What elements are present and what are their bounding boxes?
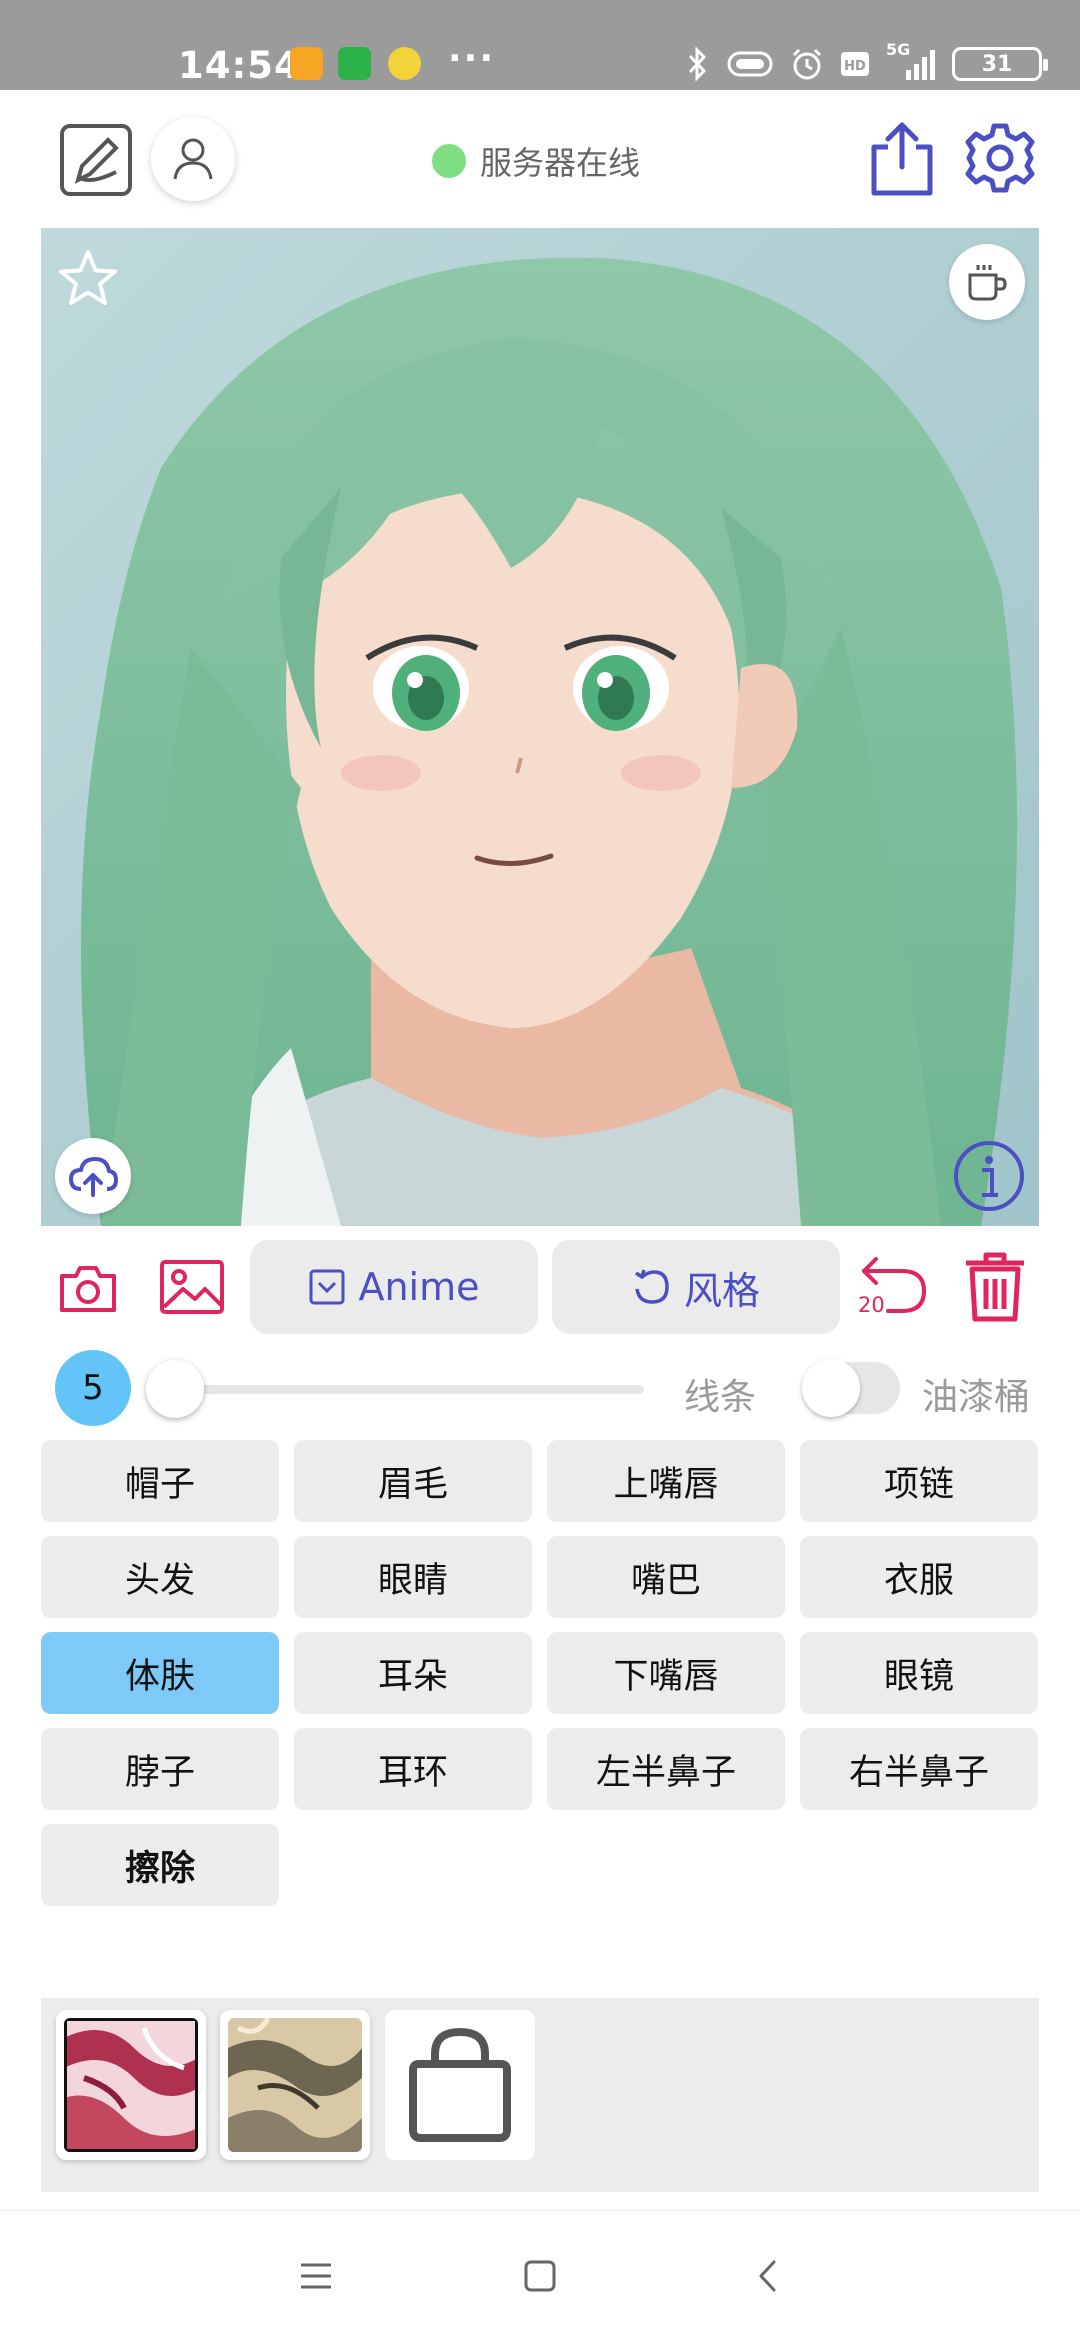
- line-mode-label: 线条: [684, 1377, 757, 1418]
- star-icon: [59, 250, 117, 305]
- trash-icon: [966, 1252, 1024, 1322]
- gear-icon: [965, 123, 1035, 193]
- alarm-icon: [792, 48, 822, 80]
- menu-icon: [301, 2263, 331, 2289]
- info-icon: [954, 1141, 1024, 1211]
- gallery-button[interactable]: [158, 1256, 226, 1318]
- battery-level: 31: [981, 51, 1013, 77]
- server-status: 服务器在线: [432, 140, 640, 182]
- label-skin[interactable]: 体肤: [41, 1632, 279, 1714]
- user-icon: [173, 138, 213, 180]
- label-lower-lip[interactable]: 下嘴唇: [547, 1632, 785, 1714]
- system-nav-bar: [0, 2210, 1080, 2340]
- leaf-app-icon: [388, 47, 421, 80]
- eraser-button[interactable]: 擦除: [41, 1824, 279, 1906]
- status-bar: 14:54 ··· HD 5G 31: [0, 0, 1080, 90]
- image-icon: [160, 1260, 224, 1314]
- camera-button[interactable]: [56, 1258, 120, 1318]
- menu-button[interactable]: [286, 2251, 346, 2301]
- server-status-dot: [432, 144, 466, 178]
- donate-button[interactable]: [949, 244, 1025, 320]
- label-clothes[interactable]: 衣服: [800, 1536, 1038, 1618]
- model-select-button[interactable]: Anime: [250, 1240, 538, 1334]
- notes-app-icon: [290, 47, 323, 80]
- label-mouth[interactable]: 嘴巴: [547, 1536, 785, 1618]
- beige-texture-image: [228, 2018, 362, 2152]
- svg-text:HD: HD: [844, 59, 866, 74]
- line-mode-toggle-knob[interactable]: [802, 1359, 860, 1417]
- share-button[interactable]: [866, 118, 938, 198]
- beige-texture-swatch[interactable]: [220, 2010, 370, 2160]
- label-eyebrows[interactable]: 眉毛: [294, 1440, 532, 1522]
- home-button[interactable]: [510, 2251, 570, 2301]
- red-texture-image: [64, 2018, 198, 2152]
- status-indicators: HD 5G 31: [686, 40, 1048, 84]
- battery-icon: 31: [952, 47, 1048, 81]
- shopping-bag-icon: [409, 2027, 511, 2142]
- label-upper-lip[interactable]: 上嘴唇: [547, 1440, 785, 1522]
- bluetooth-icon: [688, 47, 707, 81]
- generated-portrait: [41, 228, 1039, 1226]
- info-button[interactable]: [951, 1138, 1027, 1214]
- iqiyi-app-icon: [338, 47, 371, 80]
- brush-size-slider-track[interactable]: [176, 1385, 644, 1394]
- sketch-mode-button[interactable]: [58, 122, 134, 198]
- label-earrings[interactable]: 耳环: [294, 1728, 532, 1810]
- hd-icon: HD: [841, 52, 869, 76]
- settings-button[interactable]: [960, 118, 1040, 198]
- server-status-label: 服务器在线: [480, 144, 641, 182]
- refresh-icon: [635, 1269, 669, 1304]
- texture-palette: [41, 1998, 1039, 2192]
- sketch-mode-icon: [60, 124, 132, 196]
- label-necklace[interactable]: 项链: [800, 1440, 1038, 1522]
- label-right-nose[interactable]: 右半鼻子: [800, 1728, 1038, 1810]
- label-neck[interactable]: 脖子: [41, 1728, 279, 1810]
- home-icon: [524, 2260, 556, 2292]
- label-ears[interactable]: 耳朵: [294, 1632, 532, 1714]
- undo-count: 20: [858, 1293, 885, 1317]
- upload-button[interactable]: [55, 1138, 131, 1214]
- paint-bucket-label: 油漆桶: [922, 1377, 1031, 1418]
- back-button[interactable]: [738, 2251, 798, 2301]
- brush-size-badge: 5: [55, 1350, 131, 1426]
- signal-icon: 5G: [886, 40, 936, 82]
- clock: 14:54: [178, 44, 301, 87]
- coffee-cup-icon: [968, 265, 1007, 301]
- drawing-canvas[interactable]: [41, 228, 1039, 1226]
- label-hair[interactable]: 头发: [41, 1536, 279, 1618]
- user-button[interactable]: [151, 117, 235, 201]
- shop-button[interactable]: [385, 2010, 535, 2160]
- share-icon: [871, 122, 933, 196]
- style-label: 风格: [683, 1268, 760, 1313]
- more-notifications-icon: ···: [448, 38, 496, 79]
- label-eyes[interactable]: 眼睛: [294, 1536, 532, 1618]
- label-glasses[interactable]: 眼镜: [800, 1632, 1038, 1714]
- vibrate-icon: [727, 51, 773, 77]
- style-button[interactable]: 风格: [552, 1240, 840, 1334]
- checkbox-icon: [309, 1269, 345, 1305]
- delete-button[interactable]: [960, 1248, 1030, 1324]
- back-icon: [759, 2260, 776, 2292]
- cloud-upload-icon: [69, 1157, 118, 1197]
- model-label: Anime: [358, 1265, 480, 1309]
- camera-icon: [60, 1266, 116, 1312]
- brush-size-slider-thumb[interactable]: [146, 1360, 204, 1418]
- favorite-button[interactable]: [55, 246, 121, 312]
- label-left-nose[interactable]: 左半鼻子: [547, 1728, 785, 1810]
- segment-label-grid: 帽子 眉毛 上嘴唇 项链 头发 眼睛 嘴巴 衣服 体肤 耳朵 下嘴唇 眼镜 脖子…: [41, 1440, 1039, 1906]
- red-texture-swatch[interactable]: [56, 2010, 206, 2160]
- label-hat[interactable]: 帽子: [41, 1440, 279, 1522]
